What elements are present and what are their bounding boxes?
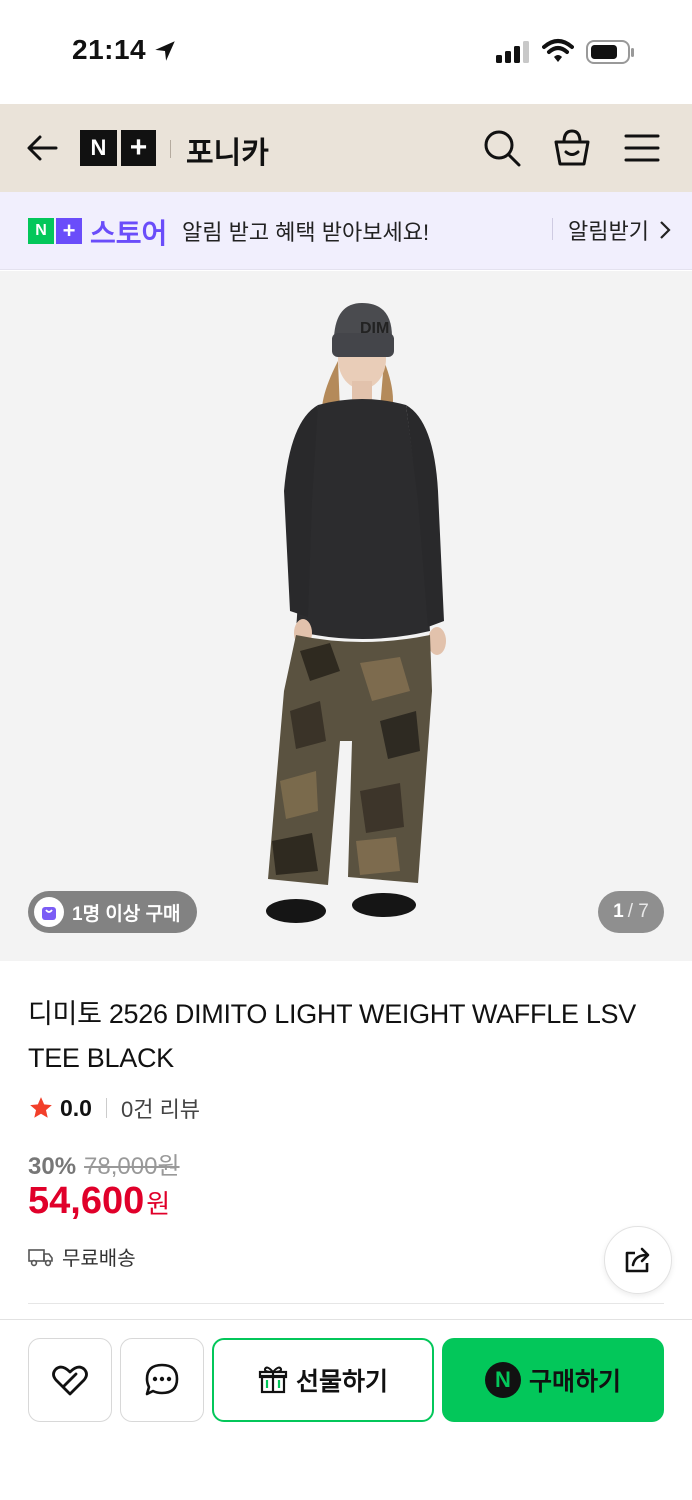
original-price: 78,000원 bbox=[84, 1153, 180, 1180]
notification-promo-bar[interactable]: N + 스토어 알림 받고 혜택 받아보세요! 알림받기 bbox=[0, 192, 692, 270]
buyers-count-badge: 1명 이상 구매 bbox=[28, 891, 197, 933]
promo-message: 알림 받고 혜택 받아보세요! bbox=[182, 220, 430, 245]
gift-label: 선물하기 bbox=[295, 1368, 388, 1396]
nplus-store-logo: N + bbox=[28, 218, 82, 244]
header-divider bbox=[170, 140, 171, 158]
info-divider bbox=[28, 1303, 664, 1304]
subscribe-alert-label: 알림받기 bbox=[568, 219, 649, 244]
sale-price-unit: 원 bbox=[146, 1189, 171, 1219]
store-name[interactable]: 포니카 bbox=[186, 128, 269, 172]
subscribe-alert-button[interactable]: 알림받기 bbox=[568, 214, 673, 246]
talk-chat-button[interactable] bbox=[120, 1338, 204, 1422]
promo-store-label: 스토어 bbox=[90, 218, 168, 249]
sale-price-row: 54,600 원 bbox=[28, 1180, 170, 1223]
discount-row: 30% 78,000원 bbox=[28, 1146, 180, 1181]
review-count[interactable]: 0건 리뷰 bbox=[121, 1092, 200, 1124]
status-bar: 21:14 bbox=[0, 0, 692, 104]
heart-icon bbox=[52, 1365, 88, 1396]
image-page-counter: 1 / 7 bbox=[598, 891, 664, 933]
buy-now-button[interactable]: N 구매하기 bbox=[442, 1338, 664, 1422]
truck-icon bbox=[28, 1248, 53, 1266]
gift-icon bbox=[258, 1366, 288, 1394]
total-pages: / 7 bbox=[627, 901, 649, 922]
purchase-action-bar: 선물하기 N 구매하기 bbox=[0, 1319, 692, 1500]
purchase-bag-icon bbox=[34, 897, 64, 927]
chat-bubble-icon bbox=[145, 1363, 179, 1396]
product-photo: DIM bbox=[0, 271, 692, 961]
shopping-bag-icon[interactable] bbox=[550, 126, 594, 170]
cellular-signal-icon bbox=[496, 41, 529, 63]
product-title: 디미토 2526 DIMITO LIGHT WEIGHT WAFFLE LSV … bbox=[28, 999, 636, 1073]
back-arrow-icon[interactable] bbox=[22, 128, 62, 168]
buy-label: 구매하기 bbox=[528, 1368, 621, 1396]
wishlist-button[interactable] bbox=[28, 1338, 112, 1422]
promo-logo-n: N bbox=[28, 218, 54, 244]
promo-divider bbox=[552, 218, 553, 240]
gift-button[interactable]: 선물하기 bbox=[212, 1338, 434, 1422]
rating-score: 0.0 bbox=[60, 1094, 92, 1121]
shipping-info: 무료배송 bbox=[28, 1242, 136, 1271]
store-header: N + 포니카 bbox=[0, 104, 692, 192]
wifi-icon bbox=[542, 39, 574, 62]
buyers-count-text: 1명 이상 구매 bbox=[72, 903, 181, 925]
sale-price: 54,600 bbox=[28, 1180, 145, 1222]
search-icon[interactable] bbox=[480, 126, 524, 170]
chevron-right-icon bbox=[660, 221, 671, 239]
product-image-gallery[interactable]: DIM 1명 이상 구매 1 / 7 bbox=[0, 271, 692, 961]
rating-divider bbox=[105, 1098, 107, 1118]
star-icon bbox=[30, 1097, 52, 1118]
share-button[interactable] bbox=[604, 1226, 672, 1294]
discount-rate: 30% bbox=[28, 1153, 77, 1180]
logo-plus: + bbox=[120, 130, 156, 166]
promo-logo-plus: + bbox=[56, 218, 82, 244]
battery-icon bbox=[586, 40, 634, 64]
shipping-text: 무료배송 bbox=[62, 1248, 136, 1270]
logo-n: N bbox=[80, 130, 117, 166]
location-arrow-icon bbox=[155, 41, 175, 61]
nplus-logo[interactable]: N + bbox=[80, 130, 156, 166]
npay-icon: N bbox=[484, 1362, 521, 1398]
rating-row[interactable]: 0.0 0건 리뷰 bbox=[28, 1092, 200, 1124]
status-time: 21:14 bbox=[72, 34, 147, 65]
current-page: 1 bbox=[613, 901, 624, 922]
menu-icon[interactable] bbox=[620, 126, 664, 170]
share-icon bbox=[625, 1247, 650, 1273]
svg-text:DIM: DIM bbox=[360, 320, 389, 337]
